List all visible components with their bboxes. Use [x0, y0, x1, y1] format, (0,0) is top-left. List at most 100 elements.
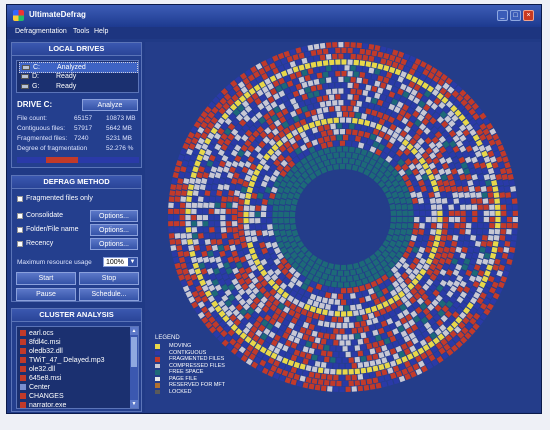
file-count-size: 10873 MB — [106, 115, 136, 122]
schedule-button[interactable]: Schedule... — [79, 288, 139, 301]
cluster-list-scrollbar[interactable]: ▲ ▼ — [130, 327, 138, 408]
file-name: Center — [29, 384, 51, 391]
legend-color-swatch — [155, 383, 160, 388]
cluster-list-item[interactable]: ole32.dll — [20, 365, 55, 374]
cluster-list-item[interactable]: narrator.exe — [20, 401, 66, 410]
title-bar: UltimateDefrag _ □ × — [7, 5, 541, 27]
checkbox-box — [17, 227, 23, 233]
drive-letter: D: — [32, 73, 39, 80]
folder-options-button[interactable]: Options... — [90, 224, 138, 236]
defrag-method-panel: DEFRAG METHOD Fragmented files only Cons… — [11, 175, 142, 302]
folder-file-name-checkbox[interactable]: Folder/File name — [17, 226, 97, 235]
file-color-icon — [20, 375, 26, 381]
contiguous-files-size: 5642 MB — [106, 125, 133, 132]
file-name: earl.ocs — [29, 330, 54, 337]
maximize-button[interactable]: □ — [510, 10, 521, 21]
checkbox-box — [17, 196, 23, 202]
file-color-icon — [20, 357, 26, 363]
legend: LEGEND MOVING CONTIGUOUS FRAGMENTED FILES C… — [155, 335, 275, 395]
file-name: narrator.exe — [29, 402, 67, 409]
legend-color-swatch — [155, 376, 160, 381]
file-count-label: File count: — [17, 115, 47, 122]
checkbox-box — [17, 213, 23, 219]
file-color-icon — [20, 384, 26, 390]
file-name: ole32.dll — [29, 366, 56, 373]
file-name: CHANGES — [29, 393, 64, 400]
close-button[interactable]: × — [523, 10, 534, 21]
cluster-list-item[interactable]: 645e8.msi — [20, 374, 61, 383]
file-color-icon — [20, 402, 26, 408]
cluster-list-item[interactable]: oledb32.dll — [20, 347, 63, 356]
legend-color-swatch — [155, 344, 160, 349]
cluster-list-item[interactable]: 8fdl4c.msi — [20, 338, 61, 347]
fragmented-files-size: 5231 MB — [106, 135, 133, 142]
hard-drive-icon — [22, 65, 30, 70]
file-color-icon — [20, 348, 26, 354]
fragmentation-bar-fragmented — [46, 157, 78, 163]
menu-defragmentation[interactable]: Defragmentation — [15, 28, 67, 35]
checkbox-label: Consolidate — [26, 212, 63, 219]
local-drives-panel: LOCAL DRIVES C: Analyzed D: Ready G: Rea… — [11, 42, 142, 168]
fragmentation-bar — [17, 157, 139, 163]
hard-drive-icon — [21, 74, 29, 79]
menu-tools[interactable]: Tools — [73, 28, 89, 35]
fragmented-files-value: 7240 — [74, 135, 89, 142]
file-color-icon — [20, 393, 26, 399]
scroll-thumb[interactable] — [131, 337, 137, 367]
drive-status: Ready — [56, 83, 77, 90]
scroll-up-icon[interactable]: ▲ — [130, 327, 138, 335]
fragmentation-bar-rest — [77, 157, 139, 163]
cluster-list-item[interactable]: Center — [20, 383, 50, 392]
analyze-button[interactable]: Analyze — [82, 99, 138, 111]
resource-usage-value: 100% — [106, 259, 124, 266]
menu-bar: Defragmentation Tools Help — [7, 27, 541, 39]
fragmented-only-checkbox[interactable]: Fragmented files only — [17, 195, 137, 204]
recency-checkbox[interactable]: Recency — [17, 240, 97, 249]
file-name: 645e8.msi — [29, 375, 62, 382]
minimize-button[interactable]: _ — [497, 10, 508, 21]
cluster-list-item[interactable]: TWiT_47_ Delayed.mp3 — [20, 356, 104, 365]
resource-usage-select[interactable]: 100% ▼ — [103, 257, 138, 267]
app-window: UltimateDefrag _ □ × Defragmentation Too… — [6, 4, 542, 414]
scroll-down-icon[interactable]: ▼ — [130, 400, 138, 408]
drive-item-g[interactable]: G: Ready — [19, 82, 136, 91]
drive-letter: C: — [33, 64, 40, 71]
cluster-list-item[interactable]: CHANGES — [20, 392, 64, 401]
contiguous-files-value: 57917 — [74, 125, 93, 132]
drive-status: Ready — [56, 73, 77, 80]
checkbox-label: Recency — [26, 240, 54, 247]
start-button[interactable]: Start — [16, 272, 76, 285]
legend-color-swatch — [155, 389, 160, 394]
file-name: TWiT_47_ Delayed.mp3 — [29, 357, 105, 364]
fragmented-files-label: Fragmented files: — [17, 135, 68, 142]
cluster-list-item[interactable]: earl.ocs — [20, 329, 54, 338]
local-drives-header: LOCAL DRIVES — [12, 43, 141, 56]
consolidate-options-button[interactable]: Options... — [90, 210, 138, 222]
legend-color-swatch — [155, 357, 160, 362]
stop-button[interactable]: Stop — [79, 272, 139, 285]
drive-item-d[interactable]: D: Ready — [19, 72, 136, 81]
drive-list: C: Analyzed D: Ready G: Ready — [16, 60, 139, 93]
file-count-value: 65157 — [74, 115, 93, 122]
cluster-analysis-panel: CLUSTER ANALYSIS ▲ ▼ earl.ocs 8fdl4c.msi o… — [11, 308, 142, 412]
legend-color-swatch — [155, 370, 160, 375]
app-logo-icon — [13, 10, 24, 21]
file-name: oledb32.dll — [29, 348, 63, 355]
legend-color-swatch — [155, 350, 160, 355]
file-color-icon — [20, 366, 26, 372]
window-title: UltimateDefrag — [29, 10, 86, 19]
disk-center-hub — [296, 170, 390, 264]
cluster-analysis-header: CLUSTER ANALYSIS — [12, 309, 141, 322]
pause-button[interactable]: Pause — [16, 288, 76, 301]
checkbox-label: Fragmented files only — [26, 195, 93, 202]
recency-options-button[interactable]: Options... — [90, 238, 138, 250]
cluster-file-list[interactable]: ▲ ▼ earl.ocs 8fdl4c.msi oledb32.dll TWiT_47… — [16, 326, 139, 409]
drive-status: Analyzed — [57, 64, 86, 71]
chevron-down-icon: ▼ — [128, 258, 137, 266]
menu-help[interactable]: Help — [94, 28, 108, 35]
resource-usage-label: Maximum resource usage — [17, 259, 92, 266]
consolidate-checkbox[interactable]: Consolidate — [17, 212, 97, 221]
checkbox-box — [17, 241, 23, 247]
file-name: 8fdl4c.msi — [29, 339, 61, 346]
fragmentation-degree-value: 52.276 % — [106, 145, 134, 152]
